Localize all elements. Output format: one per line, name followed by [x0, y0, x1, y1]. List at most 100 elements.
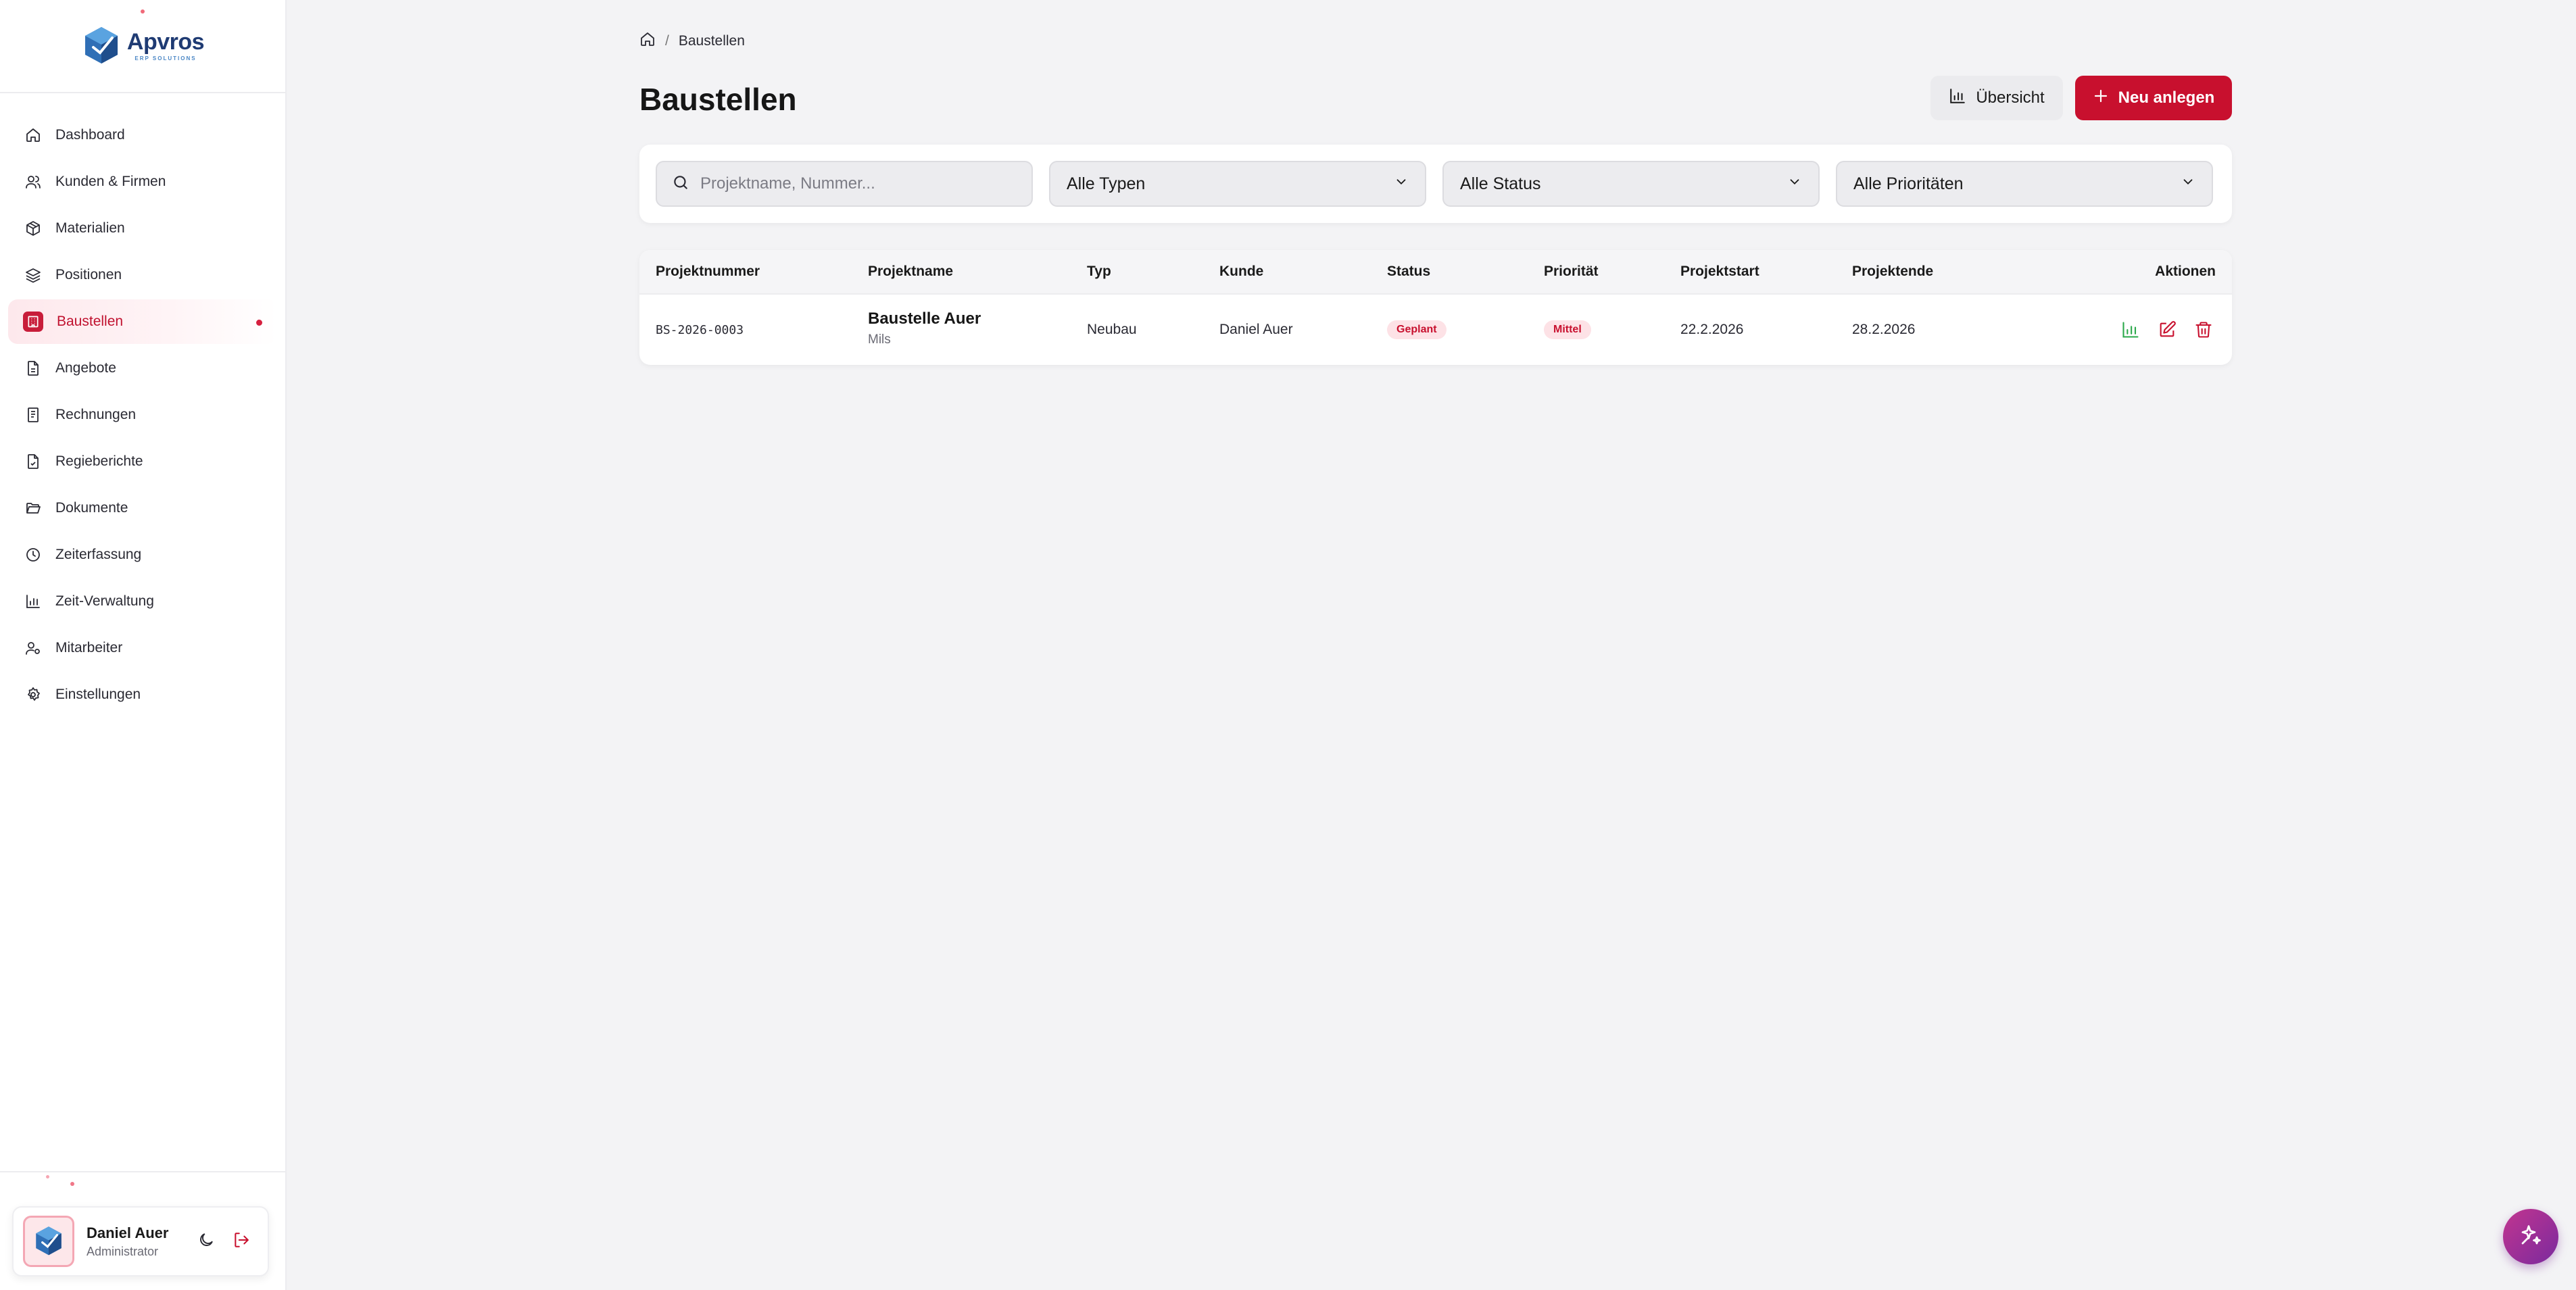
priority-select[interactable]: Alle Prioritäten [1836, 161, 2213, 207]
chevron-down-icon [1787, 174, 1802, 194]
decorative-dot [70, 1182, 74, 1186]
gear-icon [24, 686, 42, 703]
new-button-label: Neu anlegen [2118, 89, 2215, 107]
logo-cube-icon [84, 27, 118, 64]
home-icon[interactable] [639, 31, 656, 51]
project-start: 22.2.2026 [1680, 322, 1744, 337]
status-select[interactable]: Alle Status [1442, 161, 1820, 207]
sparkles-icon [2519, 1223, 2543, 1251]
column-header[interactable]: Priorität [1544, 264, 1599, 280]
column-header[interactable]: Projektnummer [656, 264, 760, 280]
sidebar-item-materialien[interactable]: Materialien [8, 206, 277, 251]
sidebar-item-label: Zeiterfassung [55, 547, 142, 562]
project-customer: Daniel Auer [1219, 322, 1293, 337]
package-icon [24, 220, 42, 237]
user-card[interactable]: Daniel Auer Administrator [12, 1206, 269, 1276]
logo-area: Apvros ERP SOLUTIONS [0, 0, 285, 93]
sidebar-item-positionen[interactable]: Positionen [8, 253, 277, 297]
breadcrumb-current: Baustellen [678, 33, 745, 49]
moon-icon[interactable] [197, 1231, 215, 1252]
overview-button[interactable]: Übersicht [1930, 76, 2063, 120]
user-cog-icon [24, 639, 42, 657]
column-header[interactable]: Projektname [868, 264, 953, 280]
type-select-value: Alle Typen [1067, 174, 1146, 193]
building-icon [23, 312, 43, 332]
trash-icon[interactable] [2194, 320, 2213, 343]
home-icon [24, 126, 42, 144]
chevron-down-icon [2181, 174, 2195, 194]
active-indicator-dot [256, 320, 262, 326]
edit-icon[interactable] [2158, 320, 2177, 343]
breadcrumb: / Baustellen [639, 31, 745, 51]
sidebar-item-label: Rechnungen [55, 407, 137, 422]
logo-cube-icon [36, 1226, 62, 1256]
column-header[interactable]: Projektende [1852, 264, 1933, 280]
sidebar-item-label: Einstellungen [55, 687, 141, 702]
chevron-down-icon [1394, 174, 1409, 194]
page-title: Baustellen [639, 82, 797, 117]
sidebar-item-dashboard[interactable]: Dashboard [8, 113, 277, 157]
overview-button-label: Übersicht [1976, 89, 2045, 107]
folder-open-icon [24, 499, 42, 517]
sidebar-item-zeit-verwaltung[interactable]: Zeit-Verwaltung [8, 579, 277, 624]
bar-chart-icon [24, 593, 42, 610]
sidebar-nav: Dashboard Kunden & Firmen Materialien Po… [0, 93, 285, 717]
brand-tagline: ERP SOLUTIONS [135, 55, 197, 61]
sidebar: Apvros ERP SOLUTIONS Dashboard Kunden & … [0, 0, 287, 1290]
layers-icon [24, 266, 42, 284]
column-header[interactable]: Kunde [1219, 264, 1263, 280]
sidebar-item-kunden[interactable]: Kunden & Firmen [8, 159, 277, 204]
sidebar-item-label: Regieberichte [55, 453, 143, 469]
sidebar-item-mitarbeiter[interactable]: Mitarbeiter [8, 626, 277, 670]
project-end: 28.2.2026 [1852, 322, 1916, 337]
column-header: Aktionen [2155, 264, 2216, 279]
filter-bar: Alle Typen Alle Status Alle Prioritäten [639, 145, 2232, 223]
search-icon [672, 174, 689, 195]
clock-icon [24, 546, 42, 564]
project-number: BS-2026-0003 [656, 323, 744, 337]
sidebar-item-label: Angebote [55, 360, 116, 376]
project-location: Mils [868, 332, 891, 347]
column-header[interactable]: Status [1387, 264, 1430, 280]
priority-badge: Mittel [1544, 320, 1591, 339]
sidebar-item-label: Kunden & Firmen [55, 174, 166, 189]
table-row[interactable]: BS-2026-0003 Baustelle Auer Mils Neubau … [639, 296, 2232, 365]
project-name: Baustelle Auer [868, 309, 981, 328]
sidebar-item-label: Dashboard [55, 127, 125, 143]
receipt-icon [24, 406, 42, 424]
sidebar-item-zeiterfassung[interactable]: Zeiterfassung [8, 532, 277, 577]
file-text-icon [24, 359, 42, 377]
search-input[interactable] [700, 174, 1018, 193]
bar-chart-icon[interactable] [2121, 320, 2140, 343]
sidebar-item-baustellen[interactable]: Baustellen [8, 299, 277, 344]
type-select[interactable]: Alle Typen [1049, 161, 1426, 207]
ai-assistant-button[interactable] [2503, 1209, 2558, 1264]
status-select-value: Alle Status [1460, 174, 1541, 193]
decorative-dot [46, 1175, 49, 1179]
projects-table: Projektnummer Projektname Typ Kunde Stat… [639, 250, 2232, 365]
column-header[interactable]: Projektstart [1680, 264, 1759, 280]
sidebar-item-einstellungen[interactable]: Einstellungen [8, 672, 277, 717]
sidebar-item-rechnungen[interactable]: Rechnungen [8, 393, 277, 437]
row-actions [2121, 320, 2213, 343]
app-logo[interactable]: Apvros ERP SOLUTIONS [81, 24, 205, 68]
sidebar-item-label: Positionen [55, 267, 122, 282]
sidebar-item-angebote[interactable]: Angebote [8, 346, 277, 391]
search-field[interactable] [656, 161, 1033, 207]
users-icon [24, 173, 42, 191]
table-header: Projektnummer Projektname Typ Kunde Stat… [639, 250, 2232, 295]
priority-select-value: Alle Prioritäten [1853, 174, 1964, 193]
column-header[interactable]: Typ [1087, 264, 1111, 280]
sidebar-item-label: Baustellen [57, 314, 124, 329]
decorative-dot [141, 9, 145, 14]
bar-chart-icon [1949, 87, 1966, 109]
sidebar-item-label: Dokumente [55, 500, 128, 516]
sidebar-item-regieberichte[interactable]: Regieberichte [8, 439, 277, 484]
logout-icon[interactable] [233, 1231, 250, 1252]
new-button[interactable]: Neu anlegen [2075, 76, 2232, 120]
sidebar-item-dokumente[interactable]: Dokumente [8, 486, 277, 530]
status-badge: Geplant [1387, 320, 1447, 339]
sidebar-item-label: Zeit-Verwaltung [55, 593, 154, 609]
user-role: Administrator [87, 1244, 159, 1258]
sidebar-item-label: Mitarbeiter [55, 640, 123, 655]
